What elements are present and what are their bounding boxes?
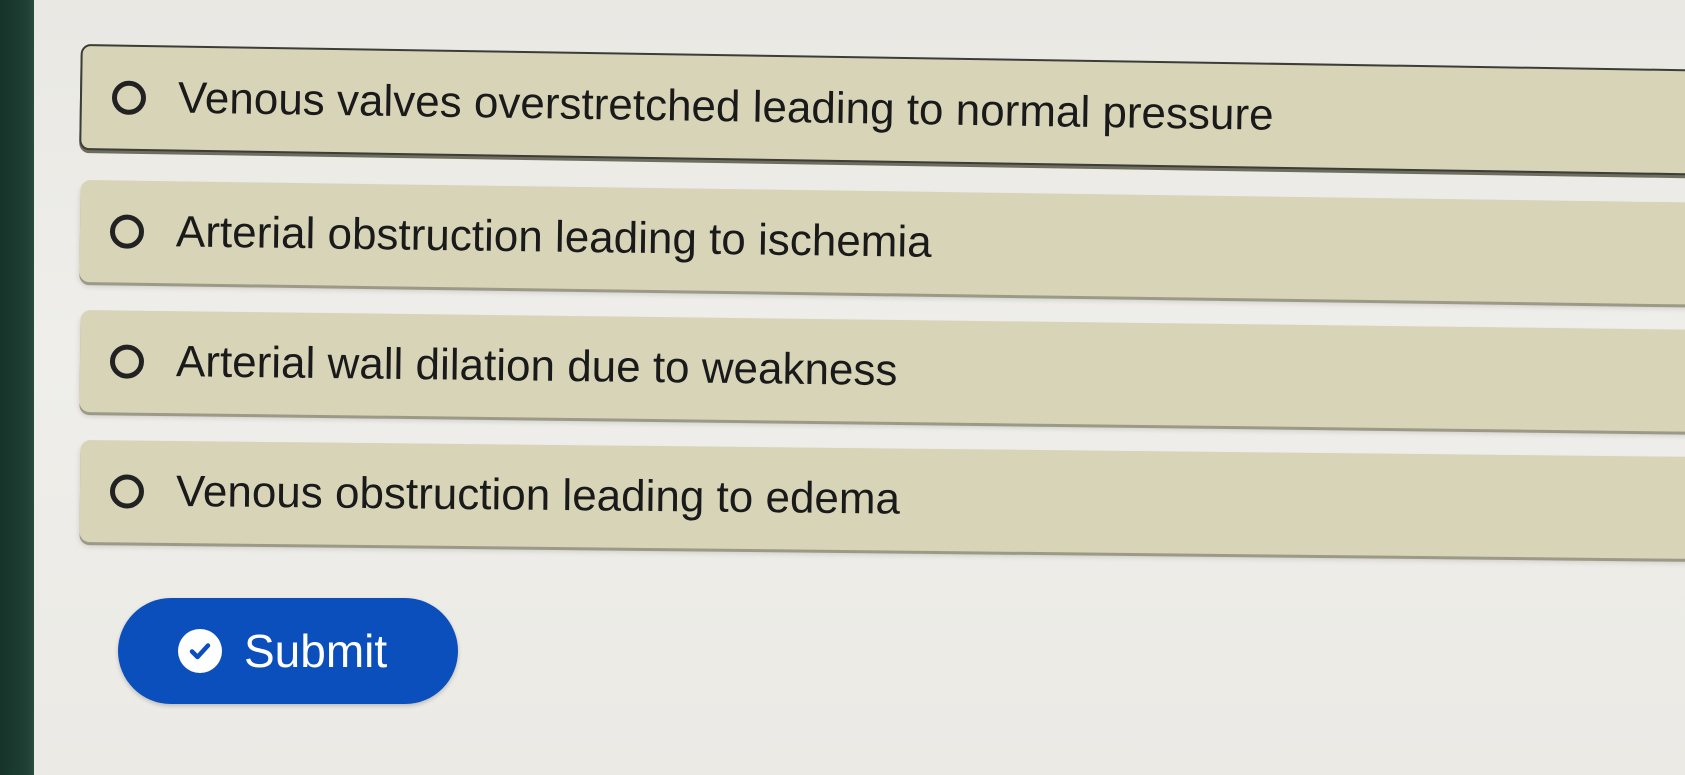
answer-option-3[interactable]: Arterial wall dilation due to weakness [79, 310, 1685, 432]
submit-button[interactable]: Submit [118, 598, 458, 704]
check-circle-icon [178, 629, 222, 673]
answer-option-4[interactable]: Venous obstruction leading to edema [79, 440, 1685, 559]
submit-label: Submit [244, 625, 388, 677]
answer-option-label: Venous obstruction leading to edema [175, 467, 901, 524]
answer-option-label: Venous valves overstretched leading to n… [177, 73, 1274, 140]
answer-option-2[interactable]: Arterial obstruction leading to ischemia [79, 180, 1685, 305]
screen-bezel [0, 0, 34, 775]
radio-button-icon[interactable] [109, 474, 145, 509]
answer-option-label: Arterial obstruction leading to ischemia [175, 207, 932, 267]
quiz-screen: Venous valves overstretched leading to n… [34, 0, 1685, 775]
answer-option-label: Arterial wall dilation due to weakness [175, 337, 898, 395]
answer-option-1[interactable]: Venous valves overstretched leading to n… [79, 44, 1685, 176]
radio-button-icon[interactable] [111, 80, 147, 116]
radio-button-icon[interactable] [109, 344, 145, 379]
radio-button-icon[interactable] [109, 214, 145, 249]
